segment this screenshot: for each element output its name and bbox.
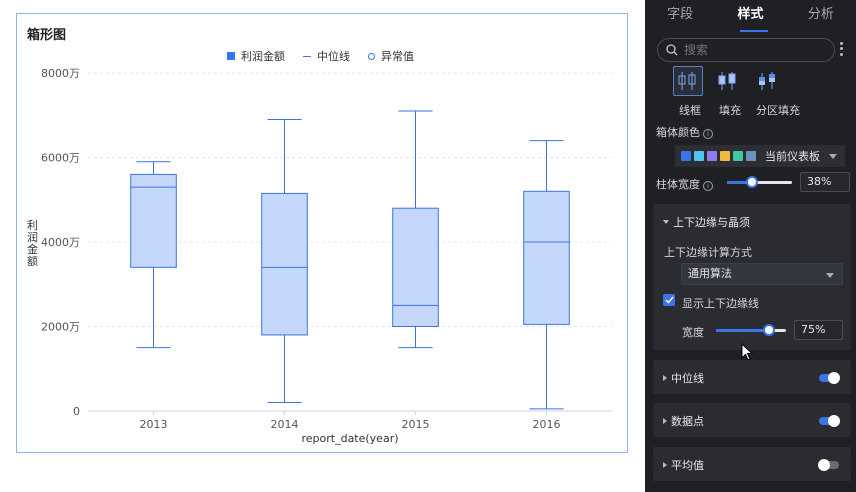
whisker-section-title: 上下边缘与晶须 <box>673 216 750 229</box>
chevron-down-icon <box>829 154 837 159</box>
mean-section-header[interactable]: 平均值 <box>663 457 704 473</box>
toggle-knob <box>828 415 840 427</box>
info-icon[interactable]: i <box>703 129 713 139</box>
box-outline-icon <box>678 72 696 90</box>
color-swatch <box>720 151 730 161</box>
color-swatch <box>681 151 691 161</box>
box-fill-icon <box>718 72 736 90</box>
search-box[interactable] <box>657 38 835 62</box>
y-tick-label: 4000万 <box>41 236 80 249</box>
slider-thumb[interactable] <box>762 324 775 336</box>
whisker-width-input[interactable]: 75% <box>794 320 843 340</box>
mean-section-title: 平均值 <box>671 459 704 472</box>
whisker-width-slider[interactable] <box>716 323 786 337</box>
x-tick-label: 2016 <box>533 418 561 431</box>
box-style-fill-button[interactable] <box>713 66 743 96</box>
slider-fill <box>716 329 769 332</box>
box-style-split-fill-button[interactable] <box>753 66 783 96</box>
slider-thumb[interactable] <box>745 176 758 188</box>
box-style-split-label: 分区填充 <box>756 104 800 117</box>
style-panel: 字段 样式 分析 搜索 线框 填充 分区填充 箱体颜色 i 当前仪表板 柱体宽度… <box>645 0 856 492</box>
chevron-down-icon <box>826 273 834 278</box>
x-tick-label: 2015 <box>402 418 430 431</box>
column-width-slider[interactable] <box>727 175 792 189</box>
expand-icon <box>663 375 667 381</box>
x-tick-label: 2013 <box>140 418 168 431</box>
median-section-title: 中位线 <box>671 372 704 385</box>
whisker-section-header[interactable]: 上下边缘与晶须 <box>663 214 750 230</box>
color-swatch <box>746 151 756 161</box>
box-2015 <box>392 207 439 327</box>
box-color-value: 当前仪表板 <box>765 150 820 163</box>
tab-style[interactable]: 样式 <box>715 0 785 32</box>
more-options-icon[interactable] <box>838 41 844 57</box>
y-tick-label: 6000万 <box>41 152 80 165</box>
data-points-section-title: 数据点 <box>671 415 704 428</box>
boxplot-chart: 0 2000万 4000万 6000万 8000万 2013 2014 2015 2016 rep… <box>41 67 612 445</box>
mean-section[interactable]: 平均值 <box>653 447 851 481</box>
x-axis-title: report_date(year) <box>301 432 398 445</box>
data-points-section-header[interactable]: 数据点 <box>663 413 704 429</box>
box-2016 <box>523 190 570 325</box>
box-style-fill-label: 填充 <box>719 104 741 117</box>
search-icon <box>666 44 678 56</box>
box-style-labels: 线框 填充 分区填充 <box>665 102 801 118</box>
tab-analysis[interactable]: 分析 <box>786 0 856 32</box>
mean-toggle[interactable] <box>818 459 839 471</box>
box-style-options <box>673 66 783 96</box>
toggle-knob <box>818 459 830 471</box>
active-tab-indicator <box>740 30 768 32</box>
color-swatch <box>694 151 704 161</box>
box-split-fill-icon <box>759 72 775 90</box>
expand-icon <box>663 462 667 468</box>
y-tick-label: 0 <box>73 405 80 418</box>
tab-fields[interactable]: 字段 <box>645 0 715 32</box>
search-input[interactable] <box>684 43 824 57</box>
color-swatch <box>707 151 717 161</box>
check-icon <box>664 296 674 304</box>
calc-method-value: 通用算法 <box>688 267 732 280</box>
data-points-section[interactable]: 数据点 <box>653 403 851 437</box>
column-width-input[interactable]: 38% <box>800 172 850 192</box>
calc-method-label: 上下边缘计算方式 <box>664 246 752 259</box>
column-width-label: 柱体宽度 i <box>656 176 713 192</box>
color-swatch <box>733 151 743 161</box>
box-2014 <box>261 192 308 336</box>
box-color-text: 箱体颜色 <box>656 126 700 139</box>
data-points-toggle[interactable] <box>819 415 840 427</box>
chart-card: 箱形图 利润金额 中位线 异常值 利润金额 0 2000万 4000万 6000万 80… <box>16 13 628 453</box>
info-icon[interactable]: i <box>703 181 713 191</box>
median-toggle[interactable] <box>819 372 840 384</box>
show-whisker-label: 显示上下边缘线 <box>682 297 759 310</box>
whisker-width-label: 宽度 <box>682 326 704 339</box>
collapse-icon <box>663 220 669 224</box>
show-whisker-checkbox[interactable] <box>663 294 675 306</box>
expand-icon <box>663 418 667 424</box>
toggle-knob <box>828 372 840 384</box>
box-color-label: 箱体颜色 i <box>656 124 713 140</box>
box-2013 <box>130 173 177 268</box>
calc-method-select[interactable]: 通用算法 <box>681 263 843 285</box>
panel-tabs: 字段 样式 分析 <box>645 0 856 32</box>
median-section[interactable]: 中位线 <box>653 360 851 394</box>
box-color-select[interactable]: 当前仪表板 <box>675 145 845 167</box>
column-width-text: 柱体宽度 <box>656 178 700 191</box>
y-tick-label: 8000万 <box>41 67 80 80</box>
median-section-header[interactable]: 中位线 <box>663 370 704 386</box>
y-tick-label: 2000万 <box>41 321 80 334</box>
x-tick-label: 2014 <box>271 418 299 431</box>
box-style-outline-label: 线框 <box>679 104 701 117</box>
box-style-outline-button[interactable] <box>673 66 703 96</box>
